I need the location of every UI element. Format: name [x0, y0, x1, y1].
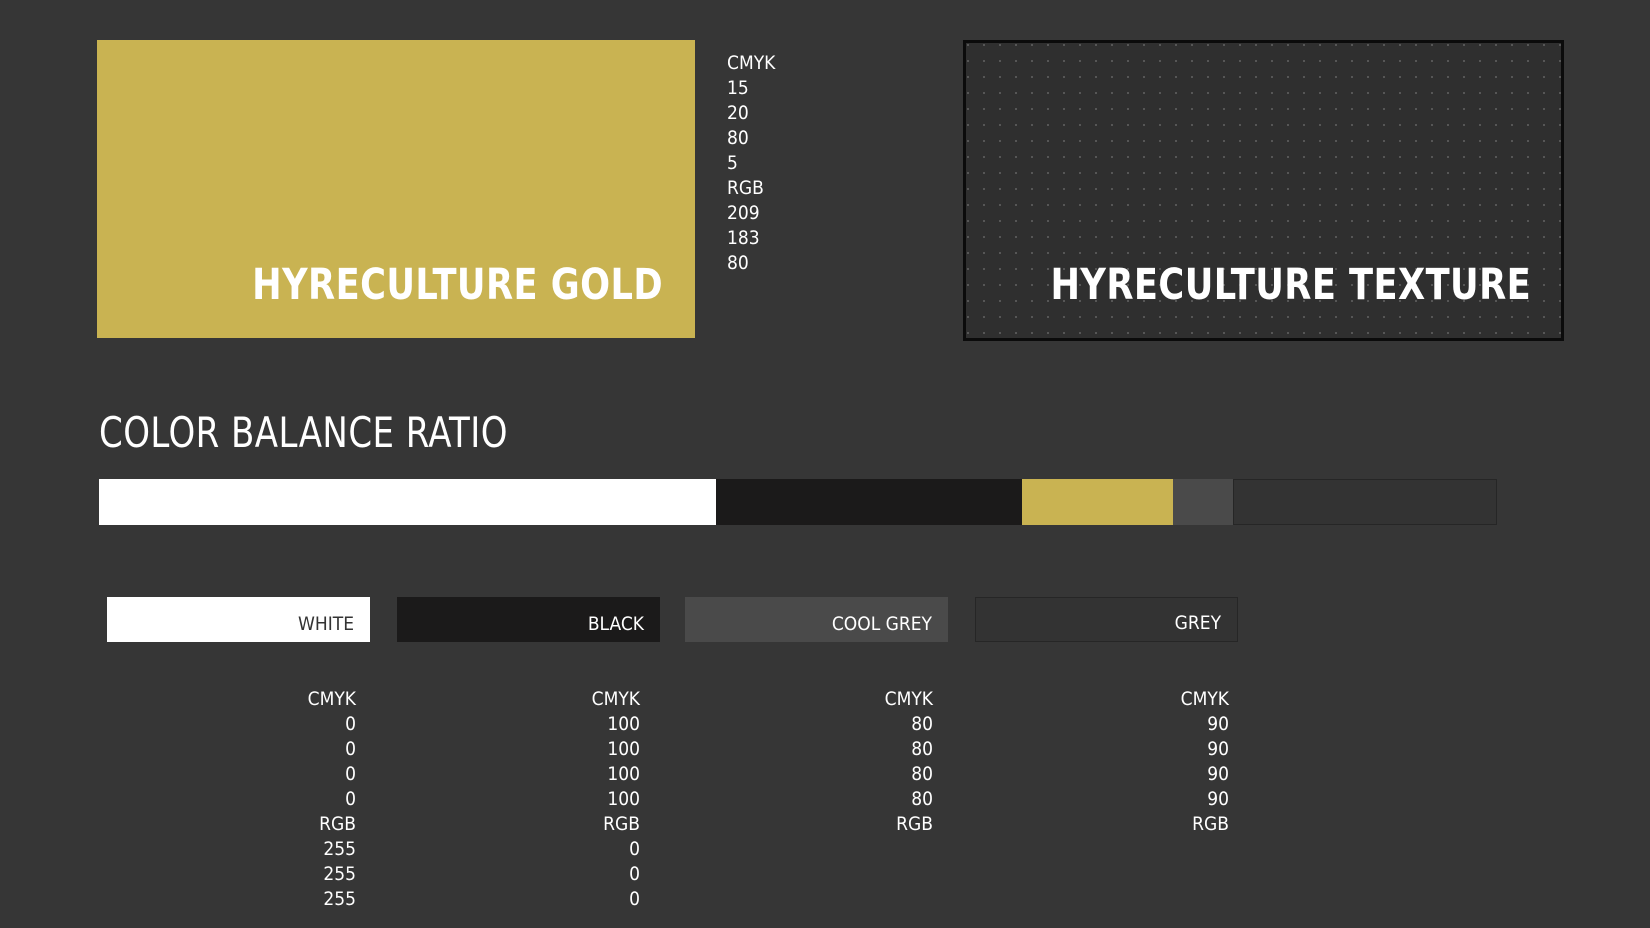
value-k: 80 — [911, 788, 933, 810]
color-balance-bar — [99, 479, 1497, 525]
swatch-chip-grey: GREY — [975, 597, 1238, 642]
gold-value-m: 20 — [727, 102, 749, 124]
gold-value-label-rgb: RGB — [727, 177, 764, 199]
value-label-cmyk: CMYK — [307, 688, 356, 710]
value-label-rgb: RGB — [319, 813, 356, 835]
value-r: 255 — [323, 838, 356, 860]
swatch-chip-black: BLACK — [397, 597, 660, 642]
swatch-chip-cool-grey: COOL GREY — [685, 597, 948, 642]
swatch-chip-label: BLACK — [587, 613, 644, 635]
gold-value-r: 209 — [727, 202, 760, 224]
texture-swatch-title: HYRECULTURE TEXTURE — [1050, 260, 1531, 310]
value-g: 255 — [323, 863, 356, 885]
value-label-rgb: RGB — [896, 813, 933, 835]
gold-value-k: 5 — [727, 152, 738, 174]
value-label-cmyk: CMYK — [884, 688, 933, 710]
value-k: 0 — [345, 788, 356, 810]
white-color-values: CMYK 0 0 0 0 RGB 255 255 255 — [236, 687, 356, 912]
value-label-cmyk: CMYK — [591, 688, 640, 710]
gold-value-label-cmyk: CMYK — [727, 52, 776, 74]
grey-color-values: CMYK 90 90 90 90 RGB — [1109, 687, 1229, 837]
value-k: 90 — [1207, 788, 1229, 810]
black-color-values: CMYK 100 100 100 100 RGB 0 0 0 — [520, 687, 640, 912]
ratio-segment-white — [99, 479, 716, 525]
value-label-cmyk: CMYK — [1180, 688, 1229, 710]
value-k: 100 — [607, 788, 640, 810]
value-c: 90 — [1207, 713, 1229, 735]
value-r: 0 — [629, 838, 640, 860]
gold-swatch: HYRECULTURE GOLD — [97, 40, 695, 338]
value-b: 255 — [323, 888, 356, 910]
cool-grey-color-values: CMYK 80 80 80 80 RGB — [813, 687, 933, 837]
value-label-rgb: RGB — [1192, 813, 1229, 835]
value-label-rgb: RGB — [603, 813, 640, 835]
value-c: 0 — [345, 713, 356, 735]
gold-value-b: 80 — [727, 252, 749, 274]
value-y: 0 — [345, 763, 356, 785]
texture-swatch: HYRECULTURE TEXTURE — [963, 40, 1564, 341]
color-balance-heading: COLOR BALANCE RATIO — [99, 408, 508, 457]
ratio-segment-grey — [1232, 479, 1497, 525]
gold-color-values: CMYK 15 20 80 5 RGB 209 183 80 — [727, 51, 847, 276]
gold-value-y: 80 — [727, 127, 749, 149]
gold-value-g: 183 — [727, 227, 760, 249]
value-c: 100 — [607, 713, 640, 735]
ratio-segment-cool-grey — [1172, 479, 1233, 525]
swatch-chip-white: WHITE — [107, 597, 370, 642]
swatch-chip-label: WHITE — [297, 613, 354, 635]
value-y: 100 — [607, 763, 640, 785]
value-y: 80 — [911, 763, 933, 785]
value-b: 0 — [629, 888, 640, 910]
value-y: 90 — [1207, 763, 1229, 785]
value-c: 80 — [911, 713, 933, 735]
swatch-chip-label: GREY — [1174, 612, 1221, 634]
value-g: 0 — [629, 863, 640, 885]
ratio-segment-gold — [1021, 479, 1173, 525]
gold-value-c: 15 — [727, 77, 749, 99]
value-m: 90 — [1207, 738, 1229, 760]
ratio-segment-black — [715, 479, 1022, 525]
swatch-chip-label: COOL GREY — [831, 613, 932, 635]
value-m: 100 — [607, 738, 640, 760]
gold-swatch-title: HYRECULTURE GOLD — [252, 260, 663, 310]
value-m: 80 — [911, 738, 933, 760]
value-m: 0 — [345, 738, 356, 760]
